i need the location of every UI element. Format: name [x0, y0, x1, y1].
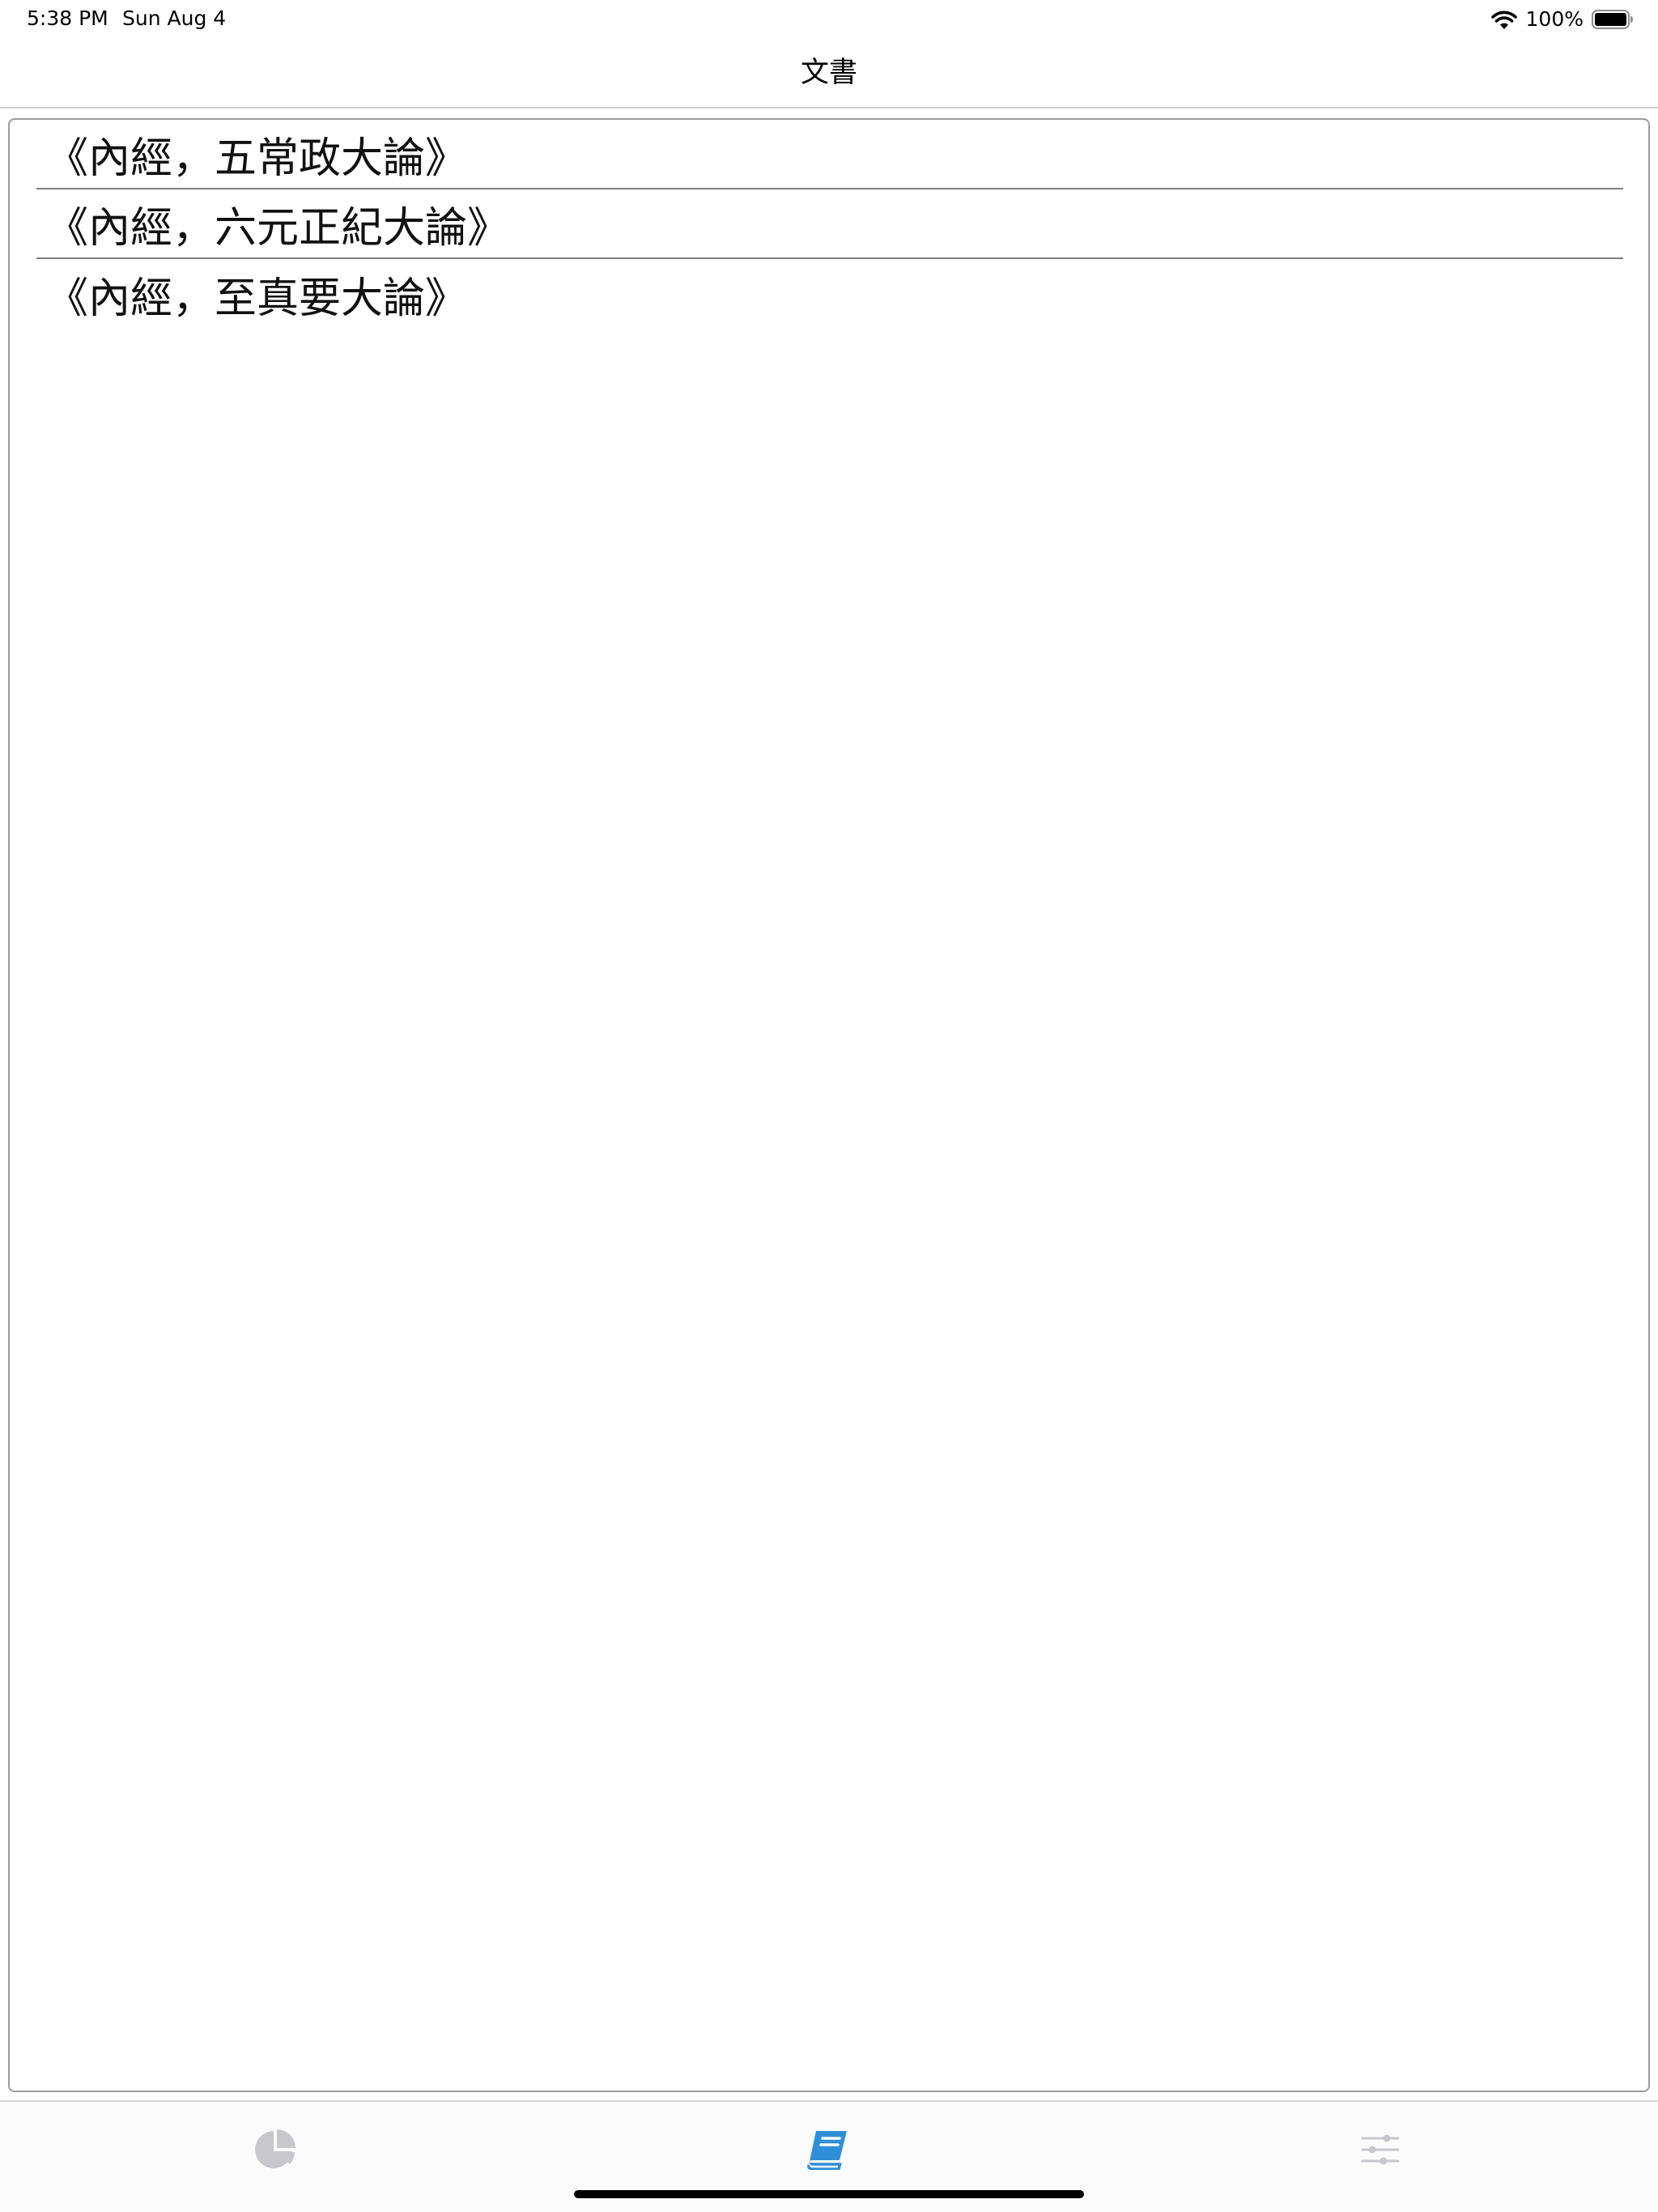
battery-full-icon [1592, 10, 1633, 29]
home-indicator [574, 2190, 1084, 2198]
document-list-item[interactable]: 《內經，至真要大論》 [36, 259, 1623, 329]
documents-panel: 《內經，五常政大論》 《內經，六元正紀大論》 《內經，至真要大論》 [8, 118, 1650, 2092]
status-bar: 5:38 PM Sun Aug 4 100% [0, 0, 1658, 39]
status-time: 5:38 PM [27, 6, 108, 30]
book-icon [807, 2131, 847, 2170]
document-list: 《內經，五常政大論》 《內經，六元正紀大論》 《內經，至真要大論》 [36, 120, 1623, 329]
document-list-item[interactable]: 《內經，五常政大論》 [36, 120, 1623, 189]
document-title: 《內經，五常政大論》 [46, 134, 468, 183]
tab-settings[interactable] [1344, 2121, 1417, 2178]
sliders-icon [1361, 2134, 1400, 2165]
tab-documents[interactable] [791, 2121, 864, 2178]
navigation-bar: 文書 [0, 39, 1658, 108]
status-indicators: 100% [1490, 6, 1634, 32]
document-list-item[interactable]: 《內經，六元正紀大論》 [36, 189, 1623, 259]
tab-stats[interactable] [239, 2121, 312, 2178]
wifi-icon [1490, 11, 1517, 29]
page-title: 文書 [800, 57, 857, 89]
document-title: 《內經，六元正紀大論》 [46, 204, 510, 253]
status-date: Sun Aug 4 [122, 6, 227, 30]
battery-percent: 100% [1525, 7, 1584, 31]
document-title: 《內經，至真要大論》 [46, 274, 468, 323]
pie-chart-icon [255, 2129, 295, 2168]
